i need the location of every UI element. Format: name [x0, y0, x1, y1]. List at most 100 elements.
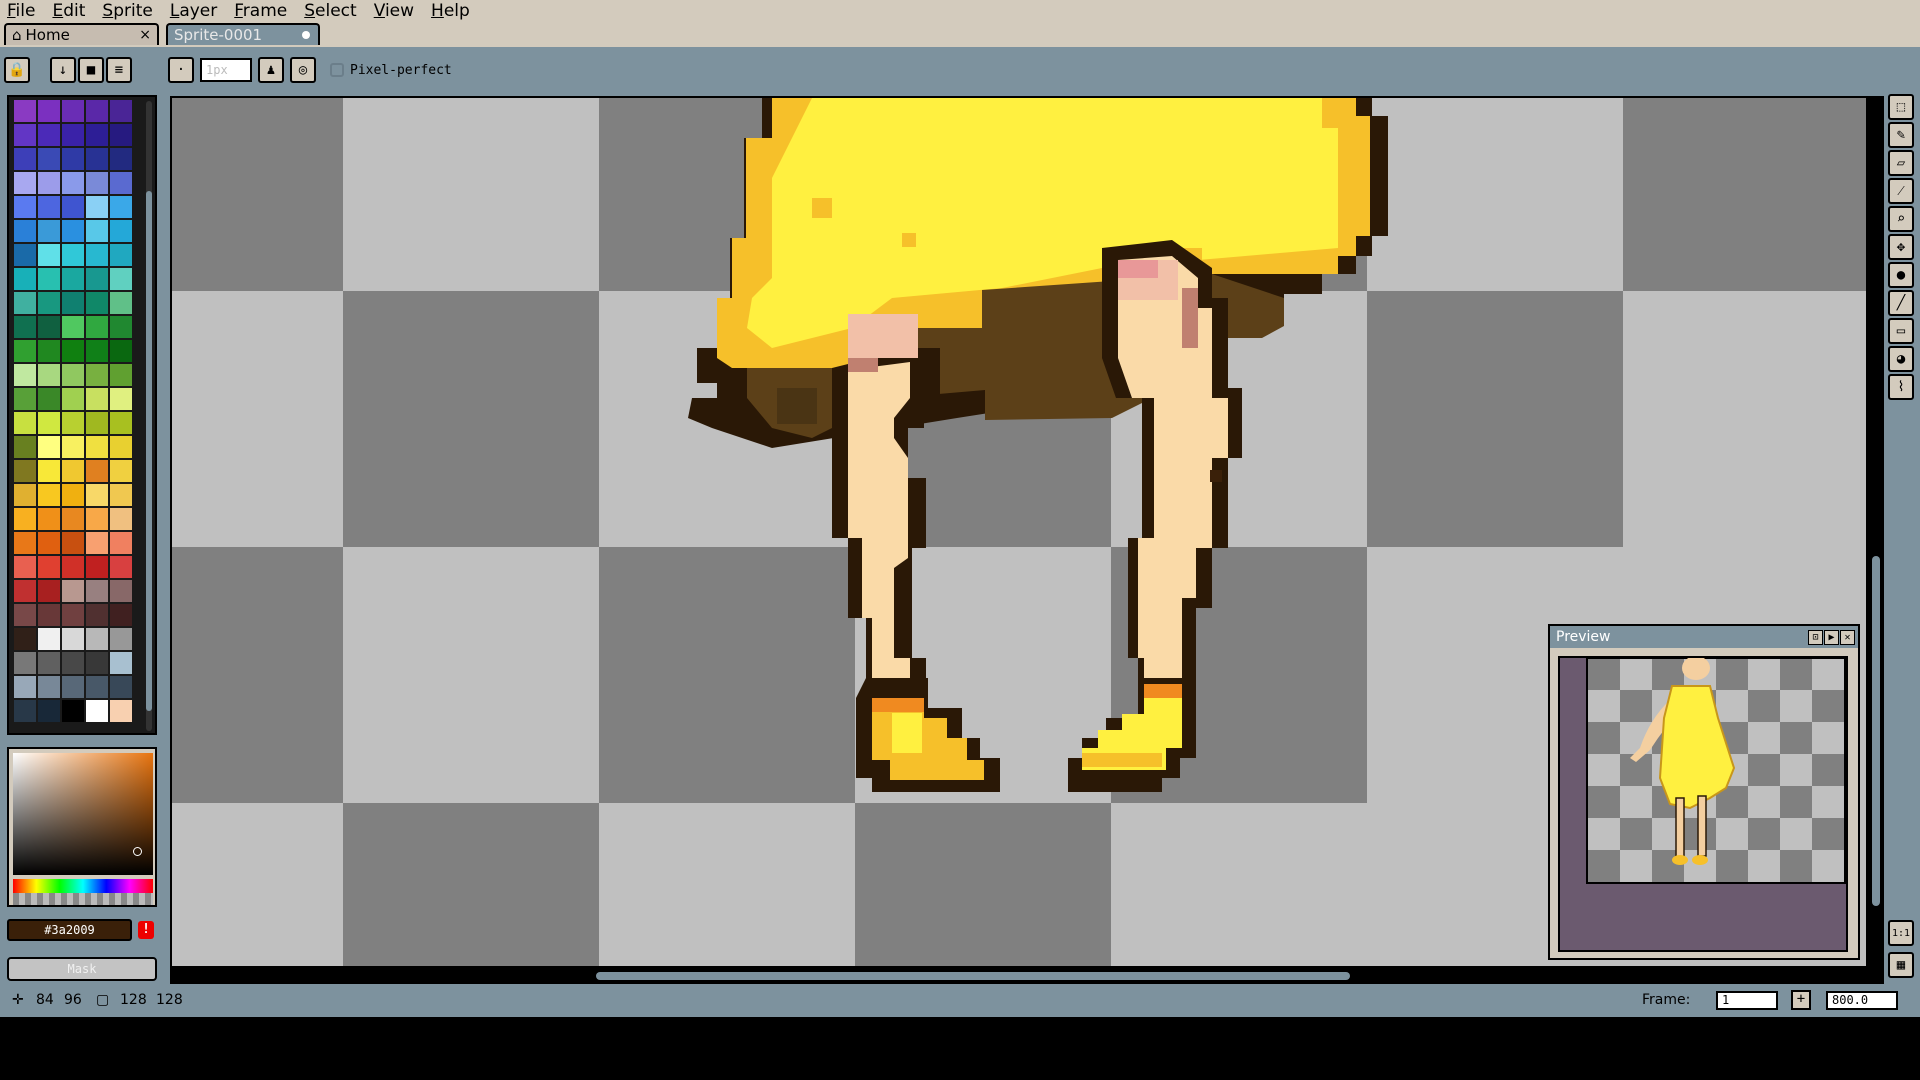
- palette-swatch[interactable]: [14, 292, 36, 314]
- palette-swatch[interactable]: [38, 148, 60, 170]
- palette-swatch[interactable]: [62, 580, 84, 602]
- palette-swatch[interactable]: [86, 388, 108, 410]
- tab-home[interactable]: ⌂ Home ×: [4, 23, 159, 45]
- opacity-icon[interactable]: ◎: [290, 57, 316, 83]
- palette-swatch[interactable]: [38, 652, 60, 674]
- palette-swatch[interactable]: [86, 652, 108, 674]
- palette-swatch[interactable]: [62, 268, 84, 290]
- palette-swatch[interactable]: [14, 388, 36, 410]
- saturation-value-field[interactable]: [13, 753, 153, 875]
- palette-swatch[interactable]: [62, 388, 84, 410]
- palette-swatch[interactable]: [38, 244, 60, 266]
- vertical-scroll-thumb[interactable]: [1872, 556, 1880, 906]
- palette-swatch[interactable]: [14, 436, 36, 458]
- palette-swatch[interactable]: [86, 100, 108, 122]
- palette-swatch[interactable]: [38, 316, 60, 338]
- menu-view[interactable]: View: [367, 1, 424, 21]
- palette-swatch[interactable]: [110, 436, 132, 458]
- palette-swatch[interactable]: [14, 124, 36, 146]
- move-icon[interactable]: ✥: [1888, 234, 1914, 260]
- palette-swatch[interactable]: [62, 124, 84, 146]
- hex-color-field[interactable]: #3a2009: [7, 919, 132, 941]
- palette-swatch[interactable]: [62, 556, 84, 578]
- palette-swatch[interactable]: [86, 268, 108, 290]
- palette-swatch[interactable]: [86, 604, 108, 626]
- palette-swatch[interactable]: [14, 700, 36, 722]
- palette-swatch[interactable]: [14, 556, 36, 578]
- preview-close-icon[interactable]: ✕: [1840, 630, 1855, 645]
- menu-help[interactable]: Help: [424, 1, 480, 21]
- palette-swatch[interactable]: [86, 364, 108, 386]
- palette-swatch[interactable]: [14, 532, 36, 554]
- palette-swatch[interactable]: [38, 100, 60, 122]
- palette-swatch[interactable]: [62, 436, 84, 458]
- palette-scrollbar[interactable]: [146, 101, 152, 731]
- palette-swatch[interactable]: [14, 412, 36, 434]
- palette-swatch[interactable]: [14, 220, 36, 242]
- hue-slider[interactable]: [13, 879, 153, 893]
- palette-swatch[interactable]: [38, 460, 60, 482]
- palette-swatch[interactable]: [62, 652, 84, 674]
- palette-swatch[interactable]: [110, 364, 132, 386]
- lock-icon[interactable]: 🔒: [4, 57, 30, 83]
- mask-color-button[interactable]: Mask: [7, 957, 157, 981]
- palette-swatch[interactable]: [110, 100, 132, 122]
- eyedropper-icon[interactable]: ⁄: [1888, 178, 1914, 204]
- palette-swatch[interactable]: [38, 196, 60, 218]
- palette-swatch[interactable]: [86, 508, 108, 530]
- palette-swatch[interactable]: [14, 628, 36, 650]
- palette-swatch[interactable]: [86, 292, 108, 314]
- palette-swatch[interactable]: [110, 556, 132, 578]
- palette-swatch[interactable]: [38, 340, 60, 362]
- palette-swatch[interactable]: [62, 292, 84, 314]
- close-icon[interactable]: ×: [139, 27, 151, 43]
- palette-swatch[interactable]: [86, 244, 108, 266]
- palette-swatch[interactable]: [38, 532, 60, 554]
- palette-swatch[interactable]: [86, 220, 108, 242]
- menu-file[interactable]: File: [0, 1, 45, 21]
- horizontal-scroll-thumb[interactable]: [596, 972, 1350, 980]
- paint-bucket-icon[interactable]: ●: [1888, 262, 1914, 288]
- palette-swatch[interactable]: [86, 436, 108, 458]
- tab-sprite[interactable]: Sprite-0001: [166, 23, 320, 45]
- palette-swatch[interactable]: [38, 172, 60, 194]
- palette-swatch[interactable]: [86, 676, 108, 698]
- palette-swatch[interactable]: [110, 388, 132, 410]
- palette-swatch[interactable]: [38, 604, 60, 626]
- palette-swatch[interactable]: [14, 172, 36, 194]
- palette-swatch[interactable]: [62, 316, 84, 338]
- palette-swatch[interactable]: [62, 460, 84, 482]
- palette-swatch[interactable]: [62, 220, 84, 242]
- palette-swatch[interactable]: [110, 196, 132, 218]
- palette-swatch[interactable]: [38, 220, 60, 242]
- palette-swatch[interactable]: [110, 628, 132, 650]
- palette-swatch[interactable]: [62, 100, 84, 122]
- palette-swatch[interactable]: [86, 484, 108, 506]
- palette-swatch[interactable]: [38, 436, 60, 458]
- palette-swatch[interactable]: [62, 148, 84, 170]
- palette-swatch[interactable]: [14, 364, 36, 386]
- palette-swatch[interactable]: [14, 604, 36, 626]
- palette-swatch[interactable]: [14, 652, 36, 674]
- palette-swatch[interactable]: [62, 412, 84, 434]
- palette-swatch[interactable]: [62, 508, 84, 530]
- palette-swatch[interactable]: [14, 508, 36, 530]
- palette-swatch[interactable]: [62, 364, 84, 386]
- palette-swatch[interactable]: [14, 580, 36, 602]
- marquee-icon[interactable]: ⬚: [1888, 94, 1914, 120]
- palette-swatch[interactable]: [38, 556, 60, 578]
- palette-swatch[interactable]: [86, 580, 108, 602]
- zoom-input[interactable]: 800.0: [1826, 991, 1898, 1010]
- palette-swatch[interactable]: [14, 268, 36, 290]
- preview-canvas[interactable]: [1558, 656, 1848, 952]
- palette-swatch[interactable]: [38, 700, 60, 722]
- palette-swatch[interactable]: [110, 172, 132, 194]
- palette-swatch[interactable]: [110, 676, 132, 698]
- pixel-perfect-checkbox[interactable]: [330, 63, 344, 77]
- alpha-slider[interactable]: [13, 893, 153, 905]
- palette-swatch[interactable]: [86, 460, 108, 482]
- contour-icon[interactable]: ◕: [1888, 346, 1914, 372]
- palette-swatch[interactable]: [38, 268, 60, 290]
- palette-swatch[interactable]: [38, 292, 60, 314]
- palette-swatch[interactable]: [62, 196, 84, 218]
